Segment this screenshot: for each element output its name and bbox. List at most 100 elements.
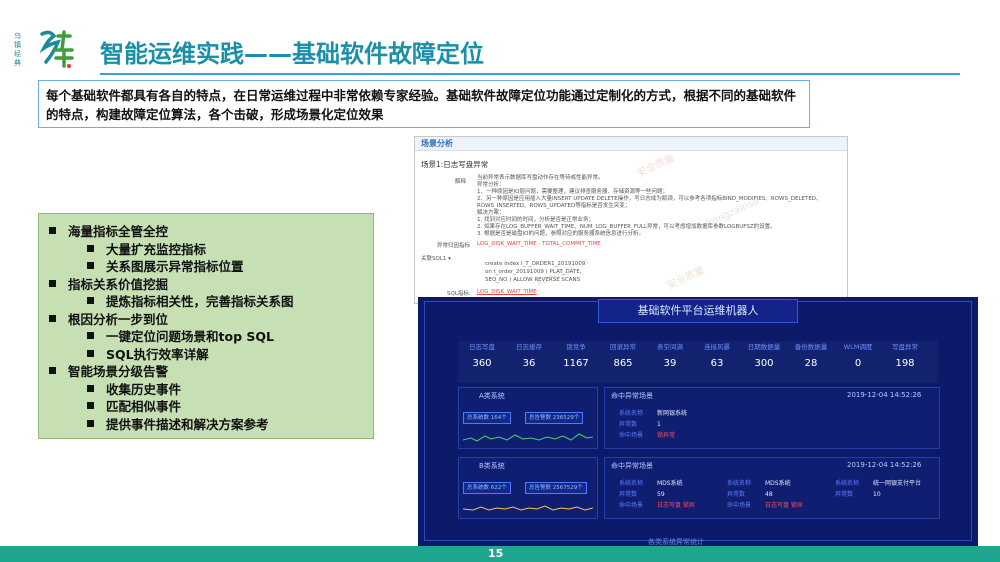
field-value: 1 [657,421,661,428]
field-key: 命中场景 [619,502,644,509]
metric-item[interactable]: 备份数据量 28 [787,341,835,375]
feature-bullet-box: 海量指标全管全控大量扩充监控指标关系图展示异常指标位置指标关系价值挖掘 提炼指标相… [38,213,374,439]
scene-b-field: 系统名称 MDS系统 [727,478,791,487]
field-key: 系统名称 [727,480,752,487]
metric-item[interactable]: 日期数据量 300 [740,341,788,375]
panel-a-sparkline [463,433,593,442]
field-value: 日志写盘 锁异 [657,502,695,509]
bullet-text: 匹配相似事件 [106,399,182,414]
bullet-text: 海量指标全管全控 [68,224,169,239]
field-key: 异常数 [619,491,638,498]
sub-bullet-item: 收集历史事件 [45,381,367,399]
explain-line: ROWS_INSERTED、ROWS_UPDATED等指标是否发生突变； [477,203,631,209]
field-value: 日志写盘 锁异 [765,502,803,509]
metric-value: 360 [472,358,492,369]
panel-b-title: B类系统 [479,462,505,470]
explain-line: 异常分析： [477,182,505,188]
bullet-text: 一键定位问题场景和top SQL [106,329,274,344]
scene-a-title: 命中异常场景 [611,392,653,400]
page-title: 智能运维实践——基础软件故障定位 [100,40,484,68]
scene-b-field: 系统名称 统一网银支付平台 [835,478,921,487]
bullet-text: 提炼指标相关性，完善指标关系图 [106,294,294,309]
field-key: 系统名称 [619,480,644,487]
scene-b-field: 命中场景 日志写盘 锁异 [619,500,695,509]
slide: 乌镇经典 智能运维实践——基础软件故障定位 每个基础软件都具有各自的特点，在日常… [0,0,1000,562]
metric-item[interactable]: 连接风暴 63 [693,341,741,375]
metric-item[interactable]: WLM调度 0 [834,341,882,375]
field-value: 10 [873,491,881,498]
metric-label: 写盘异常 [892,343,918,351]
field-key: 异常数 [727,491,746,498]
bullet-square-icon [87,402,94,409]
explain-line: 解决方案： [477,210,505,216]
metric-value: 865 [613,358,633,369]
scene-b-field: 命中场景 日志写盘 锁异 [727,500,803,509]
panel-b-alert-count-chip[interactable]: 总告警数 2567529个 [525,482,587,494]
metric-item[interactable]: 日志写盘 360 [458,341,506,375]
field-key: 异常数 [619,421,638,428]
bullet-item: 智能场景分级告警 [45,363,367,381]
bullet-text: 大量扩充监控指标 [106,241,207,257]
metric-label: 备份数据量 [794,343,828,351]
field-key: 命中场景 [727,502,752,509]
bullet-item: 海量指标全管全控 [45,223,367,241]
scene-analysis-header: 场景分析 [415,137,847,151]
field-value: 新网银系统 [657,410,688,417]
panel-a-systems: A类系统 总系统数 164个 总告警数 236529个 [458,387,598,449]
bullet-item: 根因分析一步到位 [45,311,367,329]
panel-b-scene: 命中异常场景 2019-12-04 14:52:26 系统名称 MDS系统 异常数 5… [604,457,940,519]
bullet-item: 指标关系价值挖掘 [45,276,367,294]
metric-value: 63 [710,358,724,369]
intro-text-box: 每个基础软件都具有各自的特点，在日常运维过程中非常依赖专家经验。基础软件故障定位… [38,80,810,128]
bullet-square-icon [87,384,94,392]
metric-item[interactable]: 日志缓存 36 [505,341,553,375]
panel-b-sparkline [463,505,593,511]
logo-vertical-text: 乌镇经典 [14,32,36,68]
watermark: 安全质量 [665,264,707,292]
panel-b-systems: B类系统 总系统数 622个 总告警数 2567529个 [458,457,598,519]
metric-value: LOG_DISK_WAIT_TIME · TOTAL_COMMIT_TIME [477,241,601,247]
metric-item[interactable]: 表空间满 39 [646,341,694,375]
sql-line: SEQ_NO ) ALLOW REVERSE SCANS [485,277,581,283]
metric-value: 36 [522,358,536,369]
scene-analysis-screenshot: 场景分析 场景1:日志写盘异常 解释 当前异常表示数据库写盘动作存在等待或性能异… [414,136,848,304]
sql-metric-value[interactable]: LOG_DISK_WAIT_TIME [477,289,537,296]
field-value: 59 [657,491,665,498]
panel-b-system-count-chip[interactable]: 总系统数 622个 [463,482,511,494]
metric-item[interactable]: 回滚异常 865 [599,341,647,375]
sub-bullet-item: 提炼指标相关性，完善指标关系图 [45,293,367,311]
bullet-square-icon [87,349,94,357]
field-key: 系统名称 [835,480,860,487]
explain-line: 1、一种原因是IO层问题，需要整理，建议排查服务器、存储资源等一些问题； [477,189,668,195]
panel-a-system-count-chip[interactable]: 总系统数 164个 [463,412,511,424]
bullet-text: 智能场景分级告警 [68,364,169,379]
field-value: MDS系统 [657,480,683,487]
field-key: 系统名称 [619,410,644,417]
explain-line: 1. 找到对应时间的时间，分析是否是正常业务； [477,217,594,223]
scene-b-title: 命中异常场景 [611,462,653,470]
ops-robot-dashboard-screenshot: 基础软件平台运维机器人 日志写盘 360 日志缓存 36 锁竞争 1167 回滚异常 865 表… [418,297,978,547]
bullet-text: 关系图展示异常指标位置 [106,259,244,274]
explain-label: 解释 [455,179,467,185]
metric-label: 回滚异常 [610,343,636,351]
bullet-square-icon [87,297,94,304]
metric-value: 300 [754,358,774,369]
scene-b-field: 系统名称 MDS系统 [619,478,683,487]
scene-a-field: 系统名称 新网银系统 [619,408,687,417]
bullet-square-icon [49,279,56,287]
field-value: 48 [765,491,773,498]
sql-metric-label: SQL指标: [447,291,471,297]
bullet-square-icon [49,227,56,234]
metric-label: 连接风暴 [704,343,730,351]
explain-line: 3. 根据是否是磁盘IO的问题，参照对应的服务器系统信息进行分析。 [477,231,644,237]
metric-value: 28 [804,358,818,369]
scene-b-field: 异常数 48 [727,489,773,498]
panel-a-alert-count-chip[interactable]: 总告警数 236529个 [525,412,584,424]
metric-item[interactable]: 锁竞争 1167 [552,341,600,375]
metric-value: 39 [663,358,677,369]
field-key: 异常数 [835,491,854,498]
bullet-text: 收集历史事件 [106,381,182,397]
metric-value: 1167 [563,358,589,369]
field-value: MDS系统 [765,480,791,487]
metric-item[interactable]: 写盘异常 198 [881,341,929,375]
